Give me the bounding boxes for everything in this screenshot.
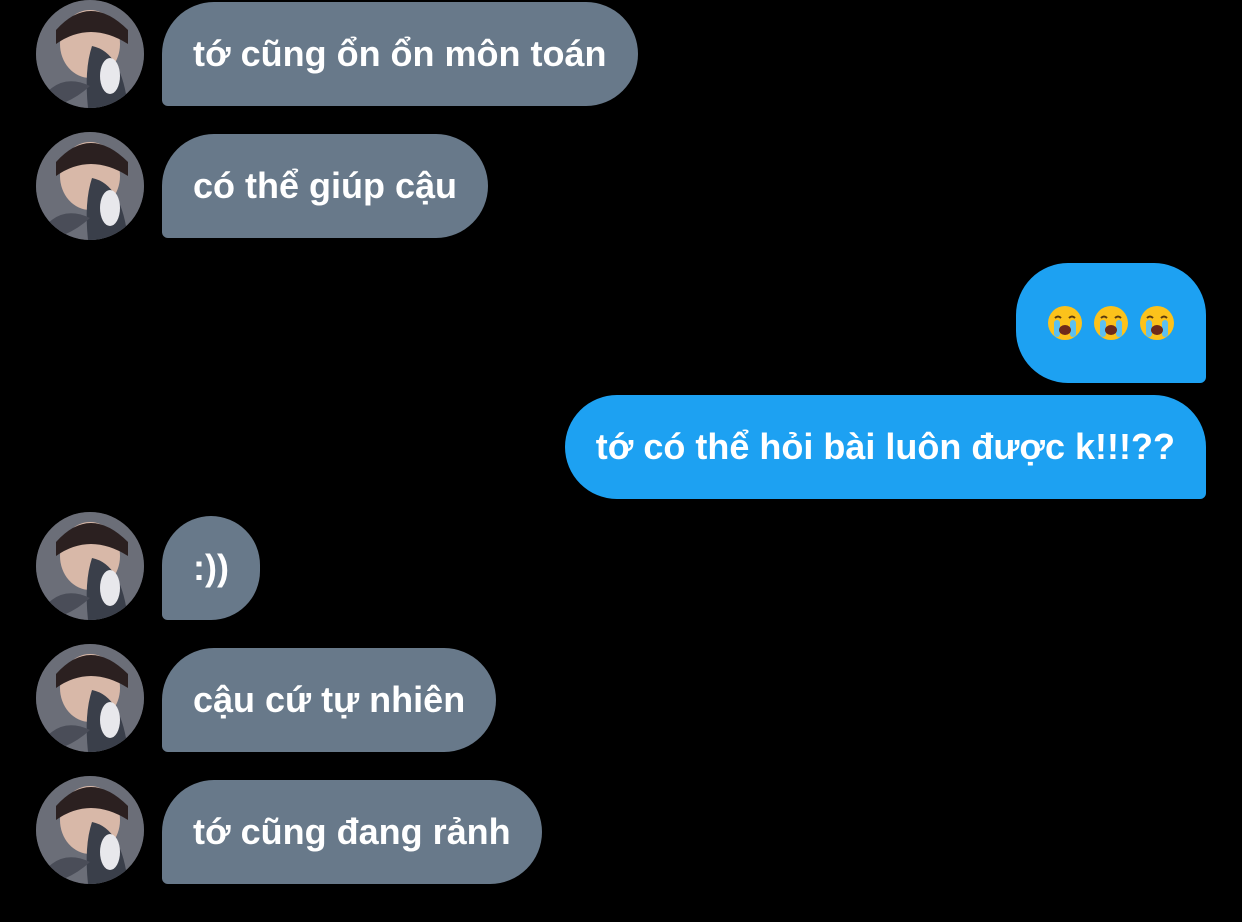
avatar[interactable]	[36, 512, 144, 620]
avatar[interactable]	[36, 132, 144, 240]
message-text: tớ có thể hỏi bài luôn được k!!!??	[595, 426, 1175, 467]
loudly-crying-face-icon	[1048, 306, 1082, 340]
avatar-photo-icon	[36, 644, 144, 752]
avatar-photo-icon	[36, 776, 144, 884]
incoming-message-bubble[interactable]: có thể giúp cậu	[162, 134, 489, 238]
avatar[interactable]	[36, 644, 144, 752]
incoming-message-bubble[interactable]: :))	[162, 516, 260, 620]
message-text: cậu cứ tự nhiên	[193, 679, 466, 720]
incoming-message-bubble[interactable]: tớ cũng ổn ổn môn toán	[162, 2, 638, 106]
avatar-photo-icon	[36, 512, 144, 620]
message-row: cậu cứ tự nhiên	[0, 644, 1242, 754]
message-row: tớ có thể hỏi bài luôn được k!!!??	[0, 394, 1242, 504]
avatar[interactable]	[36, 0, 144, 108]
message-row: tớ cũng đang rảnh	[0, 776, 1242, 886]
message-text: có thể giúp cậu	[193, 165, 458, 206]
avatar-photo-icon	[36, 0, 144, 108]
message-text: tớ cũng đang rảnh	[193, 811, 511, 852]
outgoing-message-bubble[interactable]: tớ có thể hỏi bài luôn được k!!!??	[564, 395, 1206, 499]
avatar-photo-icon	[36, 132, 144, 240]
incoming-message-bubble[interactable]: tớ cũng đang rảnh	[162, 780, 542, 884]
message-row: có thể giúp cậu	[0, 132, 1242, 242]
emoji-group	[1047, 263, 1175, 383]
outgoing-message-bubble[interactable]	[1016, 263, 1206, 383]
message-row	[0, 262, 1242, 384]
message-row: tớ cũng ổn ổn môn toán	[0, 0, 1242, 110]
loudly-crying-face-icon	[1140, 306, 1174, 340]
message-text: tớ cũng ổn ổn môn toán	[193, 33, 607, 74]
avatar[interactable]	[36, 776, 144, 884]
message-row: :))	[0, 512, 1242, 622]
incoming-message-bubble[interactable]: cậu cứ tự nhiên	[162, 648, 497, 752]
message-text: :))	[193, 547, 229, 588]
loudly-crying-face-icon	[1094, 306, 1128, 340]
